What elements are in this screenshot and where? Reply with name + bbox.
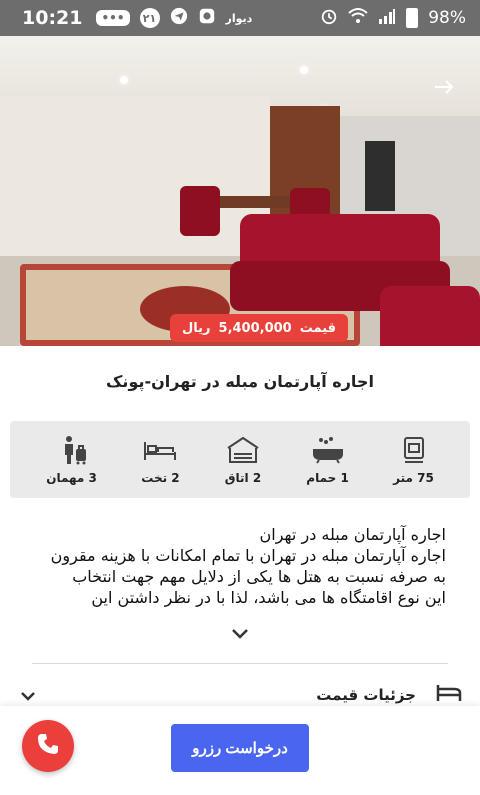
feature-rooms: 2 اتاق [224,435,262,485]
app-label: دیوار [225,11,253,25]
description-line: این نوع اقامتگاه ها می باشد، لذا با در ن… [91,588,446,607]
battery-level: 98% [428,8,466,28]
chevron-down-icon[interactable] [226,624,254,644]
room-icon [224,435,262,465]
size-icon [395,435,433,465]
system-icons: 98% [320,7,466,30]
arrow-right-icon[interactable] [434,76,454,100]
listing-title: اجاره آپارتمان مبله در تهران-پونک [106,372,374,391]
signal-icon [378,8,396,29]
status-bar: 10:21 ••• ۲۱ دیوار 98% [0,0,480,36]
call-button[interactable] [22,720,74,772]
feature-label: 2 تخت [141,470,180,485]
battery-icon [406,8,419,28]
feature-guests: 3 مهمان [46,435,97,485]
number-badge-icon: ۲۱ [139,8,160,28]
listing-description: اجاره آپارتمان مبله در تهران اجاره آپارت… [36,524,446,608]
wifi-icon [348,7,368,30]
ceiling-light [120,76,128,84]
phone-icon [36,732,60,760]
price-details-label: جزئیات قیمت [316,686,416,704]
price-value: 5,400,000 [218,320,292,336]
feature-size: 75 متر [393,435,434,485]
feature-beds: 2 تخت [141,435,180,485]
reserve-request-button[interactable]: درخواست رزرو [171,724,309,772]
photo-sofa-right [380,286,480,346]
photo-chair [180,186,220,236]
feature-label: 1 حمام [306,470,349,485]
notification-icons: ••• ۲۱ دیوار [96,7,252,29]
chevron-down-icon[interactable] [20,686,36,705]
guest-icon [53,435,91,465]
description-line: اجاره آپارتمان مبله در تهران [259,525,446,544]
emblem-icon [198,7,216,29]
status-time: 10:21 [22,7,83,29]
feature-bath: 1 حمام [306,435,349,485]
listing-photo[interactable] [0,36,480,346]
alarm-icon [320,7,338,30]
bath-icon [309,435,347,465]
feature-label: 3 مهمان [46,470,97,485]
photo-fridge [365,141,395,211]
ceiling-light [300,66,308,74]
description-line: به صرفه نسبت به هتل ها یکی از دلایل مهم … [72,567,446,586]
chat-icon: ••• [96,10,130,26]
bed-outline-icon [436,683,462,707]
price-unit: ریال [182,320,211,336]
feature-label: 75 متر [393,470,434,485]
bed-icon [141,435,179,465]
feature-label: 2 اتاق [224,470,262,485]
send-icon [170,7,188,29]
description-line: اجاره آپارتمان مبله در تهران با تمام امک… [50,546,446,565]
divider [32,663,448,664]
features-bar: 75 متر 1 حمام 2 اتاق 2 تخت 3 مهمان [10,421,470,498]
price-badge: قیمت 5,400,000 ریال [170,314,349,342]
price-label: قیمت [299,320,337,336]
